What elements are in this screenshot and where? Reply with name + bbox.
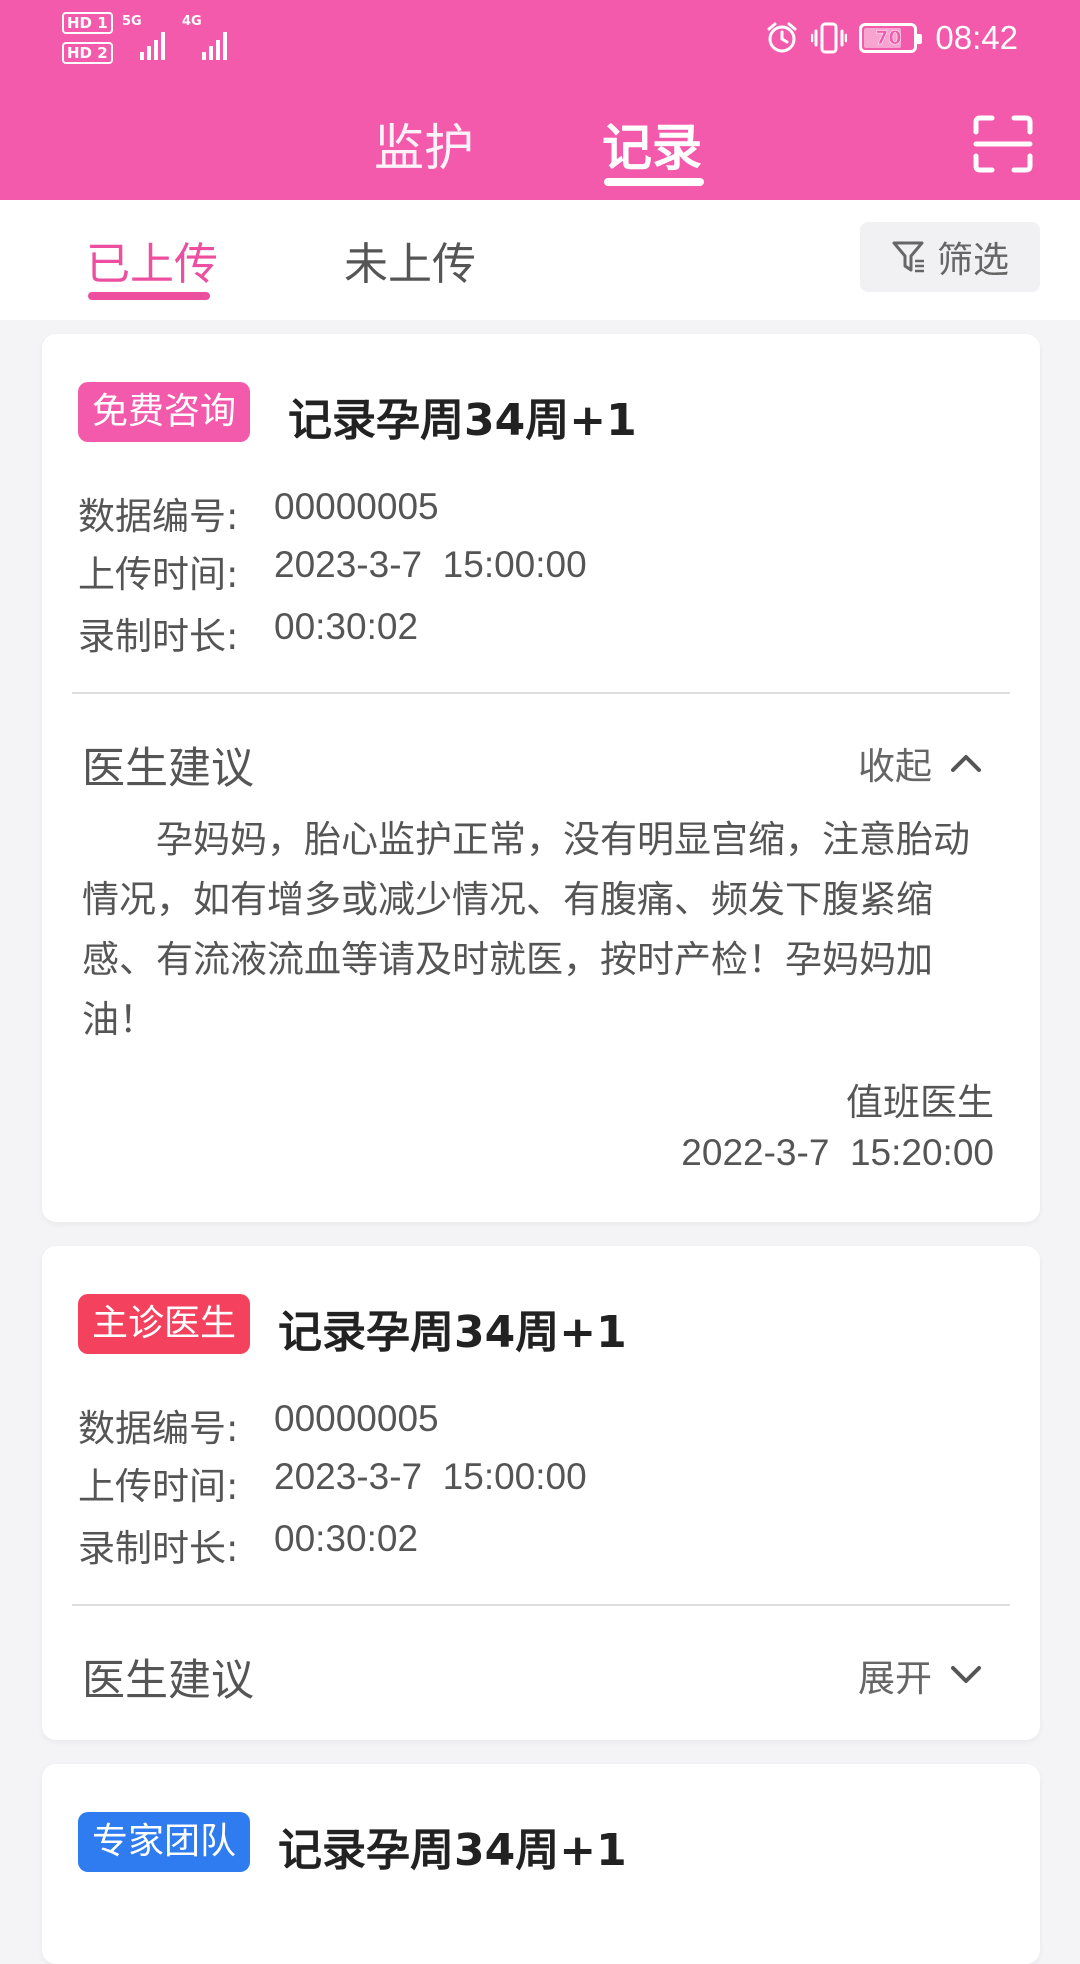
record-card[interactable]: 主诊医生 记录孕周34周+1 数据编号: 00000005 上传时间: 2023… [42,1246,1040,1740]
filter-button[interactable]: 筛选 [860,222,1040,292]
advice-title: 医生建议 [82,1656,254,1706]
data-id-value: 00000005 [274,1398,439,1439]
record-card[interactable]: 专家团队 记录孕周34周+1 [42,1764,1040,1964]
record-tag: 主诊医生 [78,1294,251,1354]
network-type-1: 5G [122,14,142,29]
expand-label: 展开 [858,1657,932,1700]
upload-time-value: 2023-3-7 15:00:00 [274,1456,587,1497]
record-title: 记录孕周34周+1 [288,395,637,446]
divider [72,1604,1010,1606]
divider [72,692,1010,694]
tab-record[interactable]: 记录 [602,108,702,180]
upload-time-label: 上传时间: [78,1465,239,1508]
scan-button[interactable] [972,114,1034,174]
duration-value: 00:30:02 [274,606,419,647]
filter-label: 筛选 [936,240,1009,281]
status-time: 08:42 [935,19,1018,56]
duration-label: 录制时长: [78,1527,239,1570]
chevron-up-icon [951,755,981,772]
upload-time-label: 上传时间: [78,553,239,596]
upload-time-row: 上传时间: 2023-3-7 15:00:00 [78,544,587,598]
signal-bars-1 [140,24,165,60]
alarm-icon [767,22,797,53]
tab-not-uploaded[interactable]: 未上传 [344,228,476,292]
network-type-2: 4G [182,14,202,29]
collapse-label: 收起 [858,745,932,788]
duration-row: 录制时长: 00:30:02 [78,606,418,660]
vibrate-icon [811,22,848,54]
data-id-label: 数据编号: [78,495,239,538]
sub-tab-indicator [88,292,210,300]
signal-bars-2 [202,24,227,60]
battery-level: 70 [875,27,902,50]
duration-row: 录制时长: 00:30:02 [78,1518,418,1572]
sim1-indicator: HD 1 [62,12,113,34]
sim2-indicator: HD 2 [62,42,113,64]
advice-title: 医生建议 [82,744,254,794]
tab-uploaded[interactable]: 已上传 [86,228,218,292]
tab-monitor[interactable]: 监护 [374,108,474,180]
status-bar-left: HD 1 HD 2 5G 4G [62,10,242,66]
data-id-row: 数据编号: 00000005 [78,1398,439,1452]
data-id-value: 00000005 [274,486,439,527]
record-tag: 专家团队 [78,1812,251,1872]
battery-icon: 70 [859,23,923,53]
scan-icon [973,115,1033,173]
filter-icon [892,241,924,273]
duration-value: 00:30:02 [274,1518,419,1559]
duration-label: 录制时长: [78,615,239,658]
doctor-name: 值班医生 [846,1081,994,1124]
app-header: HD 1 HD 2 5G 4G 70 08:42 监护 记录 [0,0,1080,200]
chevron-down-icon [951,1666,981,1683]
record-title: 记录孕周34周+1 [278,1825,627,1876]
upload-time-value: 2023-3-7 15:00:00 [274,544,587,585]
sub-tab-bar: 已上传 未上传 筛选 [0,200,1080,320]
record-tag: 免费咨询 [78,382,251,442]
upload-time-row: 上传时间: 2023-3-7 15:00:00 [78,1456,587,1510]
status-bar-right: 70 08:42 [765,14,1018,62]
advice-text: 孕妈妈，胎心监护正常，没有明显宫缩，注意胎动情况，如有增多或减少情况、有腹痛、频… [82,818,970,1041]
data-id-label: 数据编号: [78,1407,239,1450]
record-card[interactable]: 免费咨询 记录孕周34周+1 数据编号: 00000005 上传时间: 2023… [42,334,1040,1222]
expand-toggle[interactable]: 展开 [858,1648,982,1702]
advice-time: 2022-3-7 15:20:00 [681,1132,994,1173]
data-id-row: 数据编号: 00000005 [78,486,439,540]
collapse-toggle[interactable]: 收起 [858,736,982,790]
record-title: 记录孕周34周+1 [278,1307,627,1358]
active-tab-indicator [604,178,704,186]
